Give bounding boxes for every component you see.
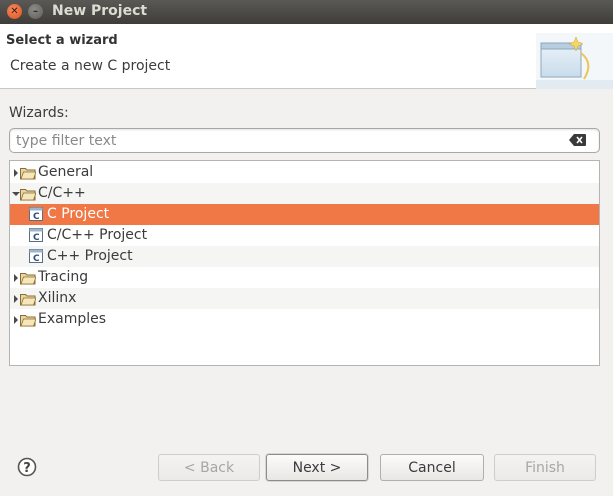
svg-text:?: ?: [23, 461, 31, 476]
c-project-icon: C: [29, 207, 43, 222]
tree-item-cpp-project[interactable]: C C++ Project: [10, 246, 599, 267]
tree-item-label: C/C++ Project: [47, 227, 148, 243]
tree-item-label: C++ Project: [47, 248, 133, 264]
clear-filter-icon[interactable]: [569, 133, 587, 147]
c-project-icon: C: [29, 228, 43, 243]
wizard-tree[interactable]: General C/C++ C C Project C C/C++ Projec…: [9, 160, 600, 366]
tree-item-examples[interactable]: Examples: [10, 309, 599, 330]
tree-item-label: Xilinx: [38, 290, 77, 306]
folder-icon: [20, 168, 36, 180]
svg-text:C: C: [33, 254, 40, 264]
tree-item-label: C/C++: [38, 185, 86, 201]
tree-item-label: Tracing: [38, 269, 89, 285]
help-icon[interactable]: ?: [17, 457, 37, 477]
finish-button[interactable]: Finish: [494, 454, 596, 481]
svg-text:C: C: [33, 233, 40, 243]
cancel-button[interactable]: Cancel: [380, 454, 484, 481]
tree-item-label: C Project: [47, 206, 110, 222]
close-window-button[interactable]: ✕: [7, 4, 22, 19]
wizards-label: Wizards:: [9, 105, 69, 121]
expand-arrow-icon[interactable]: [12, 316, 20, 324]
folder-icon: [20, 273, 36, 285]
open-folder-icon: [20, 189, 36, 201]
window-title: New Project: [52, 3, 148, 19]
tree-item-xilinx[interactable]: Xilinx: [10, 288, 599, 309]
expand-arrow-icon[interactable]: [12, 274, 20, 282]
folder-icon: [20, 315, 36, 327]
tree-item-tracing[interactable]: Tracing: [10, 267, 599, 288]
filter-input[interactable]: [9, 128, 600, 153]
svg-text:C: C: [33, 212, 40, 222]
tree-item-label: Examples: [38, 311, 107, 327]
expand-arrow-icon[interactable]: [12, 295, 20, 303]
minimize-window-button[interactable]: –: [28, 4, 43, 19]
next-button[interactable]: Next >: [266, 454, 368, 481]
title-bar: ✕ – New Project: [0, 0, 613, 24]
tree-item-c-cpp[interactable]: C/C++: [10, 183, 599, 204]
wizard-banner: Select a wizard Create a new C project: [0, 24, 613, 89]
new-wizard-banner-icon: [536, 33, 613, 89]
tree-item-c-project[interactable]: C C Project: [10, 204, 599, 225]
tree-item-c-cpp-project[interactable]: C C/C++ Project: [10, 225, 599, 246]
tree-item-general[interactable]: General: [10, 162, 599, 183]
folder-icon: [20, 294, 36, 306]
back-button[interactable]: < Back: [158, 454, 260, 481]
tree-item-label: General: [38, 164, 94, 180]
expand-arrow-icon[interactable]: [12, 169, 20, 177]
c-project-icon: C: [29, 249, 43, 264]
banner-description: Create a new C project: [10, 58, 171, 74]
banner-heading: Select a wizard: [6, 33, 118, 48]
collapse-arrow-icon[interactable]: [12, 190, 20, 198]
